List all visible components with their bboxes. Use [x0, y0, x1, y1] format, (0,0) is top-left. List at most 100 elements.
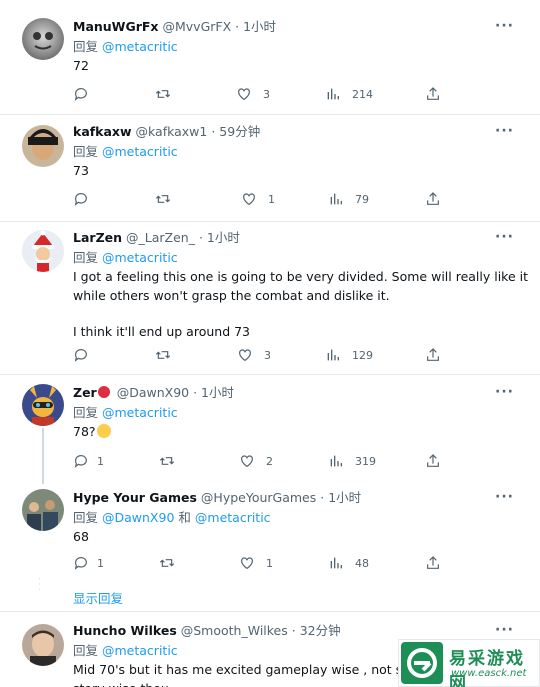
reply-icon: [74, 557, 87, 570]
share-button[interactable]: [425, 346, 441, 364]
views-icon: [327, 349, 339, 361]
like-button[interactable]: 3: [236, 85, 270, 103]
watermark-title: 易采游戏网: [449, 649, 525, 687]
thinking-face-emoji: [96, 424, 111, 438]
avatar[interactable]: [22, 384, 64, 426]
user-handle[interactable]: @MvvGrFX: [162, 19, 231, 34]
reply-context: 回复 @metacritic: [73, 144, 178, 159]
more-options-icon[interactable]: ···: [495, 123, 514, 139]
more-options-icon[interactable]: ···: [495, 229, 514, 245]
views-button[interactable]: 214: [325, 85, 373, 103]
heart-icon: [238, 88, 250, 101]
timestamp[interactable]: · 1小时: [320, 490, 361, 505]
reply-icon: [74, 349, 87, 362]
avatar[interactable]: [22, 125, 64, 167]
avatar[interactable]: [22, 624, 64, 666]
display-name[interactable]: ManuWGrFx: [73, 19, 159, 34]
share-button[interactable]: [425, 85, 441, 103]
share-icon: [427, 192, 439, 205]
avatar[interactable]: [22, 18, 64, 60]
like-button[interactable]: 1: [239, 554, 273, 572]
reply-context: 回复 @metacritic: [73, 405, 178, 420]
tweet-text: 68: [73, 529, 89, 544]
timestamp[interactable]: · 1小时: [193, 385, 234, 400]
user-handle[interactable]: @DawnX90: [117, 385, 189, 400]
more-options-icon[interactable]: ···: [495, 489, 514, 505]
more-options-icon[interactable]: ···: [495, 622, 514, 638]
thread-dots: · · ·: [38, 575, 41, 595]
retweet-icon: [155, 90, 171, 98]
share-icon: [427, 454, 439, 467]
views-icon: [330, 455, 342, 467]
heart-icon: [241, 455, 253, 468]
thread-line: [42, 428, 44, 484]
share-icon: [427, 556, 439, 569]
user-handle[interactable]: @HypeYourGames: [201, 490, 316, 505]
display-name[interactable]: Zer: [73, 385, 97, 400]
views-icon: [330, 193, 342, 205]
retweet-button[interactable]: [159, 554, 186, 572]
avatar[interactable]: [22, 230, 64, 272]
share-icon: [427, 87, 439, 100]
more-options-icon[interactable]: ···: [495, 18, 514, 34]
tweet[interactable]: Zer @DawnX90 · 1小时 回复 @metacritic 78? ··…: [0, 375, 540, 484]
display-name[interactable]: Hype Your Games: [73, 490, 197, 505]
mention-link[interactable]: @metacritic: [102, 144, 178, 159]
tweet[interactable]: kafkaxw @kafkaxw1 · 59分钟 回复 @metacritic …: [0, 115, 540, 222]
views-button[interactable]: 79: [328, 190, 369, 208]
tweet[interactable]: LarZen @_LarZen_ · 1小时 回复 @metacritic I …: [0, 222, 540, 375]
display-name[interactable]: Huncho Wilkes: [73, 623, 177, 638]
watermark-url: www.easck.net: [451, 668, 527, 679]
share-icon: [427, 348, 439, 361]
views-button[interactable]: 48: [328, 554, 369, 572]
user-handle[interactable]: @Smooth_Wilkes: [181, 623, 288, 638]
tweet[interactable]: ManuWGrFx @MvvGrFX · 1小时 回复 @metacritic …: [0, 0, 540, 115]
timestamp[interactable]: · 1小时: [235, 19, 276, 34]
heart-icon: [239, 349, 251, 362]
reply-button[interactable]: 1: [73, 554, 104, 572]
timestamp[interactable]: · 32分钟: [292, 623, 341, 638]
mention-link[interactable]: @metacritic: [102, 405, 178, 420]
mention-link[interactable]: @DawnX90: [102, 510, 174, 525]
reply-icon: [74, 193, 87, 206]
share-button[interactable]: [425, 554, 441, 572]
red-circle-emoji: [97, 386, 110, 398]
views-icon: [327, 88, 339, 100]
like-button[interactable]: 1: [241, 190, 275, 208]
views-button[interactable]: 129: [325, 346, 373, 364]
mention-link[interactable]: @metacritic: [195, 510, 271, 525]
retweet-button[interactable]: [155, 346, 182, 364]
timestamp[interactable]: · 59分钟: [211, 124, 260, 139]
more-options-icon[interactable]: ···: [495, 384, 514, 400]
share-button[interactable]: [425, 190, 441, 208]
user-handle[interactable]: @_LarZen_: [126, 230, 195, 245]
heart-icon: [243, 193, 255, 206]
views-icon: [330, 557, 342, 569]
reply-button[interactable]: [73, 190, 100, 208]
retweet-button[interactable]: [155, 85, 182, 103]
reply-button[interactable]: [73, 85, 100, 103]
mention-link[interactable]: @metacritic: [102, 39, 178, 54]
retweet-button[interactable]: [155, 190, 182, 208]
reply-button[interactable]: 1: [73, 452, 104, 470]
share-button[interactable]: [425, 452, 441, 470]
display-name[interactable]: LarZen: [73, 230, 122, 245]
retweet-icon: [155, 351, 171, 359]
reply-button[interactable]: [73, 346, 100, 364]
show-replies-link[interactable]: 显示回复: [73, 588, 123, 607]
watermark: 易采游戏网 www.easck.net: [398, 639, 540, 687]
mention-link[interactable]: @metacritic: [102, 250, 178, 265]
retweet-button[interactable]: [159, 452, 186, 470]
display-name[interactable]: kafkaxw: [73, 124, 132, 139]
reply-context: 回复 @metacritic: [73, 39, 178, 54]
mention-link[interactable]: @metacritic: [102, 643, 178, 658]
tweet-text: I got a feeling this one is going to be …: [73, 269, 529, 339]
timestamp[interactable]: · 1小时: [199, 230, 240, 245]
reply-icon: [74, 88, 87, 101]
views-button[interactable]: 319: [328, 452, 376, 470]
user-handle[interactable]: @kafkaxw1: [136, 124, 208, 139]
retweet-icon: [159, 457, 175, 465]
like-button[interactable]: 2: [239, 452, 273, 470]
like-button[interactable]: 3: [237, 346, 271, 364]
avatar[interactable]: [22, 489, 64, 531]
